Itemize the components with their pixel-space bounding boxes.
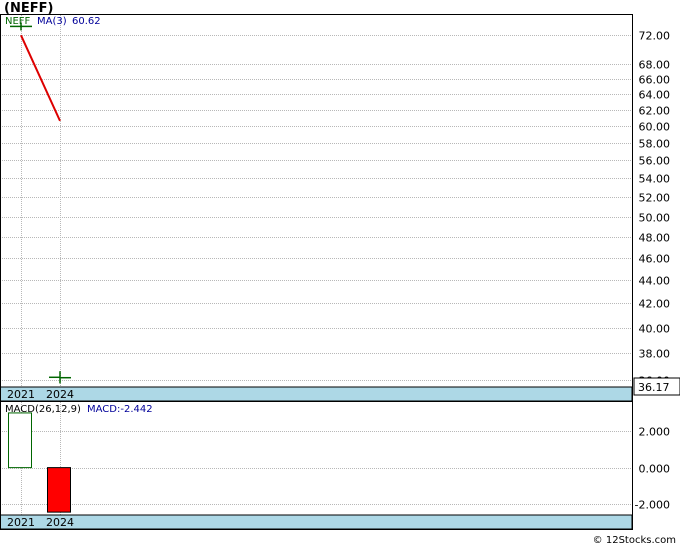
last-price-label: 36.17 bbox=[638, 381, 670, 394]
price-panel-frame bbox=[0, 14, 633, 402]
price-tick-label: 72.00 bbox=[639, 30, 671, 43]
macd-panel-frame bbox=[0, 401, 633, 530]
price-tick-label: 54.00 bbox=[639, 173, 671, 186]
price-tick-label: 66.00 bbox=[639, 74, 671, 87]
price-tick-label: 64.00 bbox=[639, 89, 671, 102]
price-tick-label: 68.00 bbox=[639, 59, 671, 72]
macd-y-axis: 2.000 0.000 -2.000 bbox=[635, 426, 670, 512]
price-tick-label: 42.00 bbox=[639, 298, 671, 311]
price-tick-label: 52.00 bbox=[639, 192, 671, 205]
price-tick-label: 60.00 bbox=[639, 121, 671, 134]
price-x-tick-label: 2024 bbox=[46, 388, 74, 401]
macd-tick-label: 2.000 bbox=[639, 426, 671, 439]
price-tick-label: 58.00 bbox=[639, 138, 671, 151]
macd-legend-value: MACD:-2.442 bbox=[87, 404, 153, 415]
macd-marks bbox=[8, 412, 71, 513]
page-title: (NEFF) bbox=[4, 1, 53, 16]
macd-bar-negative bbox=[47, 467, 71, 513]
price-tick-label: 38.00 bbox=[639, 348, 671, 361]
price-legend-symbol: NEFF bbox=[5, 16, 31, 27]
price-marks bbox=[10, 22, 71, 384]
price-tick-label: 62.00 bbox=[639, 105, 671, 118]
macd-x-tick-label: 2024 bbox=[46, 516, 74, 529]
macd-legend-params: MACD(26,12,9) bbox=[5, 404, 81, 415]
macd-date-band bbox=[0, 514, 633, 530]
price-bar bbox=[49, 371, 71, 384]
price-legend-ma-value: 60.62 bbox=[72, 16, 101, 27]
price-tick-label: 56.00 bbox=[639, 155, 671, 168]
price-tick-label: 50.00 bbox=[639, 212, 671, 225]
macd-bar-positive bbox=[8, 412, 32, 469]
price-vertical-gridlines bbox=[21, 15, 61, 387]
footer-credit: © 12Stocks.com bbox=[593, 535, 676, 546]
price-tick-label: 46.00 bbox=[639, 253, 671, 266]
price-date-band bbox=[0, 386, 633, 402]
price-gridlines bbox=[0, 35, 632, 381]
macd-tick-label: 0.000 bbox=[639, 463, 671, 476]
price-tick-label: 48.00 bbox=[639, 232, 671, 245]
macd-tick-label: -2.000 bbox=[635, 499, 670, 512]
macd-gridlines bbox=[0, 431, 632, 505]
ma-line bbox=[20, 34, 61, 122]
price-tick-label: 44.00 bbox=[639, 275, 671, 288]
macd-x-tick-label: 2021 bbox=[7, 516, 35, 529]
stock-chart: (NEFF) 72.00 68.00 66.00 64.00 62.00 60.00 58.… bbox=[0, 1, 680, 546]
price-y-axis: 72.00 68.00 66.00 64.00 62.00 60.00 58.00 56.00… bbox=[639, 30, 671, 388]
price-x-tick-label: 2021 bbox=[7, 388, 35, 401]
price-tick-label: 40.00 bbox=[639, 323, 671, 336]
price-legend-ma-label: MA(3) bbox=[37, 16, 67, 27]
